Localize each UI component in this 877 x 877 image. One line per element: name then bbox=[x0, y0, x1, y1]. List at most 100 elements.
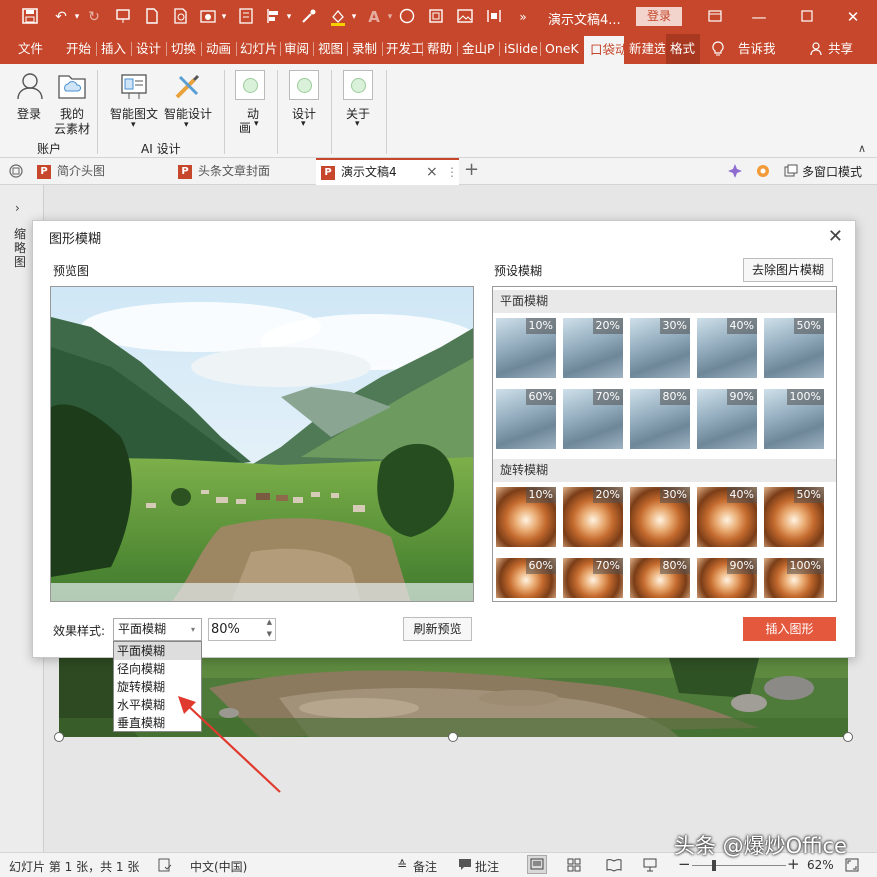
collapse-ribbon-icon[interactable]: ∧ bbox=[858, 142, 866, 155]
refresh-preview-button[interactable]: 刷新预览 bbox=[403, 617, 472, 641]
multi-window-icon[interactable] bbox=[784, 164, 798, 180]
flat-blur-preset-80[interactable]: 80% bbox=[630, 389, 690, 449]
rotate-blur-preset-30[interactable]: 30% bbox=[630, 487, 690, 547]
chevron-down-icon[interactable]: ▾ bbox=[191, 619, 195, 640]
redo-icon[interactable]: ↻ bbox=[85, 8, 103, 26]
doc-tab-1[interactable]: P 简介头图 bbox=[35, 158, 170, 185]
about-icon[interactable] bbox=[343, 70, 373, 100]
maximize-icon[interactable] bbox=[794, 6, 820, 28]
eyedropper-icon[interactable] bbox=[300, 8, 318, 26]
flat-blur-preset-90[interactable]: 90% bbox=[697, 389, 757, 449]
tab-developer[interactable]: 开发工 bbox=[386, 34, 424, 64]
undo-dropdown-icon[interactable]: ▾ bbox=[68, 8, 86, 26]
settings-gear-icon[interactable] bbox=[755, 163, 771, 182]
tab-format[interactable]: 格式 bbox=[666, 34, 700, 64]
close-tab-icon[interactable]: × bbox=[426, 160, 438, 184]
insert-shape-button[interactable]: 插入图形 bbox=[743, 617, 836, 641]
close-window-icon[interactable]: ✕ bbox=[840, 6, 866, 28]
tab-transitions[interactable]: 切换 bbox=[171, 34, 196, 64]
dropdown-icon[interactable]: ▾ bbox=[131, 120, 136, 130]
cloud-folder-icon[interactable] bbox=[57, 72, 87, 103]
reading-view-icon[interactable] bbox=[606, 858, 622, 875]
dropdown-icon[interactable]: ▾ bbox=[381, 8, 399, 26]
ribbon-display-icon[interactable] bbox=[702, 6, 728, 28]
tab-onekey[interactable]: OneK bbox=[545, 34, 579, 64]
tab-review[interactable]: 审阅 bbox=[284, 34, 309, 64]
rotate-blur-preset-100[interactable]: 100% bbox=[764, 558, 824, 598]
resize-handle[interactable] bbox=[448, 732, 458, 742]
resize-handle[interactable] bbox=[843, 732, 853, 742]
close-icon[interactable]: ✕ bbox=[828, 226, 843, 247]
notes-icon[interactable]: ≙ bbox=[397, 858, 407, 872]
my-material-label-2[interactable]: 云素材 bbox=[54, 120, 90, 137]
picture-icon[interactable] bbox=[456, 8, 474, 26]
effect-style-select[interactable]: 平面模糊 ▾ bbox=[113, 618, 202, 641]
spinner-down-icon[interactable]: ▼ bbox=[267, 629, 272, 639]
flat-blur-preset-20[interactable]: 20% bbox=[563, 318, 623, 378]
slide-counter[interactable]: 幻灯片 第 1 张，共 1 张 bbox=[9, 858, 139, 875]
flat-blur-preset-60[interactable]: 60% bbox=[496, 389, 556, 449]
tab-animations[interactable]: 动画 bbox=[206, 34, 231, 64]
user-icon[interactable] bbox=[17, 72, 43, 103]
tab-file[interactable]: 文件 bbox=[18, 34, 43, 64]
save-icon[interactable] bbox=[21, 8, 39, 26]
language-indicator[interactable]: 中文(中国) bbox=[190, 858, 247, 875]
slide-sorter-icon[interactable] bbox=[567, 858, 581, 875]
login-label[interactable]: 登录 bbox=[17, 105, 41, 122]
normal-view-icon[interactable] bbox=[527, 855, 547, 874]
design-icon[interactable] bbox=[289, 70, 319, 100]
doc-tab-3[interactable]: P 演示文稿4 × ⋮ bbox=[316, 158, 459, 185]
print-preview-icon[interactable] bbox=[172, 8, 190, 26]
tab-insert[interactable]: 插入 bbox=[101, 34, 126, 64]
tab-islide[interactable]: iSlide bbox=[504, 34, 538, 64]
tab-new[interactable]: 新建选 bbox=[629, 34, 665, 64]
rotate-blur-preset-70[interactable]: 70% bbox=[563, 558, 623, 598]
flat-blur-preset-10[interactable]: 10% bbox=[496, 318, 556, 378]
flat-blur-preset-70[interactable]: 70% bbox=[563, 389, 623, 449]
animation-label-2[interactable]: 画 bbox=[239, 119, 251, 136]
minimize-icon[interactable]: — bbox=[746, 6, 772, 28]
lightbulb-icon[interactable] bbox=[712, 34, 724, 64]
dropdown-icon[interactable]: ▾ bbox=[355, 119, 360, 129]
new-file-icon[interactable] bbox=[143, 8, 161, 26]
tab-menu-icon[interactable]: ⋮ bbox=[446, 160, 458, 184]
thumbnail-label[interactable]: 缩略图 bbox=[14, 227, 28, 269]
doc-tab-2[interactable]: P 头条文章封面 bbox=[176, 158, 311, 185]
tab-view[interactable]: 视图 bbox=[318, 34, 343, 64]
tab-help[interactable]: 帮助 bbox=[427, 34, 452, 64]
tab-design[interactable]: 设计 bbox=[136, 34, 161, 64]
multi-window-label[interactable]: 多窗口模式 bbox=[802, 163, 862, 180]
flat-blur-preset-100[interactable]: 100% bbox=[764, 389, 824, 449]
animation-icon[interactable] bbox=[235, 70, 265, 100]
shape-icon[interactable] bbox=[398, 8, 416, 26]
flat-blur-preset-30[interactable]: 30% bbox=[630, 318, 690, 378]
crop-icon[interactable] bbox=[427, 8, 445, 26]
smart-design-icon[interactable] bbox=[172, 72, 202, 105]
notes-button[interactable]: 备注 bbox=[413, 858, 437, 875]
fit-to-window-icon[interactable] bbox=[845, 858, 859, 875]
slideshow-view-icon[interactable] bbox=[643, 858, 657, 875]
rotate-blur-preset-80[interactable]: 80% bbox=[630, 558, 690, 598]
rotate-blur-preset-50[interactable]: 50% bbox=[764, 487, 824, 547]
spinner-up-icon[interactable]: ▲ bbox=[267, 617, 272, 627]
tab-home[interactable]: 开始 bbox=[66, 34, 91, 64]
option-radial-blur[interactable]: 径向模糊 bbox=[114, 660, 201, 678]
flat-blur-preset-40[interactable]: 40% bbox=[697, 318, 757, 378]
share-user-icon[interactable] bbox=[810, 34, 824, 64]
smart-image-icon[interactable] bbox=[119, 72, 149, 105]
login-button[interactable]: 登录 bbox=[636, 7, 682, 26]
rotate-blur-preset-10[interactable]: 10% bbox=[496, 487, 556, 547]
blur-percent-input[interactable]: 80% ▲ ▼ bbox=[208, 618, 276, 641]
tab-record[interactable]: 录制 bbox=[352, 34, 377, 64]
tab-pocket-animation[interactable]: 口袋动 bbox=[584, 36, 624, 64]
flat-blur-preset-50[interactable]: 50% bbox=[764, 318, 824, 378]
tell-me-search[interactable]: 告诉我 bbox=[738, 34, 776, 64]
dropdown-icon[interactable]: ▾ bbox=[345, 8, 363, 26]
dropdown-icon[interactable]: ▾ bbox=[254, 119, 259, 129]
tab-slideshow[interactable]: 幻灯片 bbox=[240, 34, 278, 64]
dropdown-icon[interactable]: ▾ bbox=[280, 8, 298, 26]
accessibility-icon[interactable] bbox=[158, 858, 172, 875]
resize-handle[interactable] bbox=[54, 732, 64, 742]
rotate-blur-preset-90[interactable]: 90% bbox=[697, 558, 757, 598]
new-tab-icon[interactable]: + bbox=[464, 159, 479, 180]
